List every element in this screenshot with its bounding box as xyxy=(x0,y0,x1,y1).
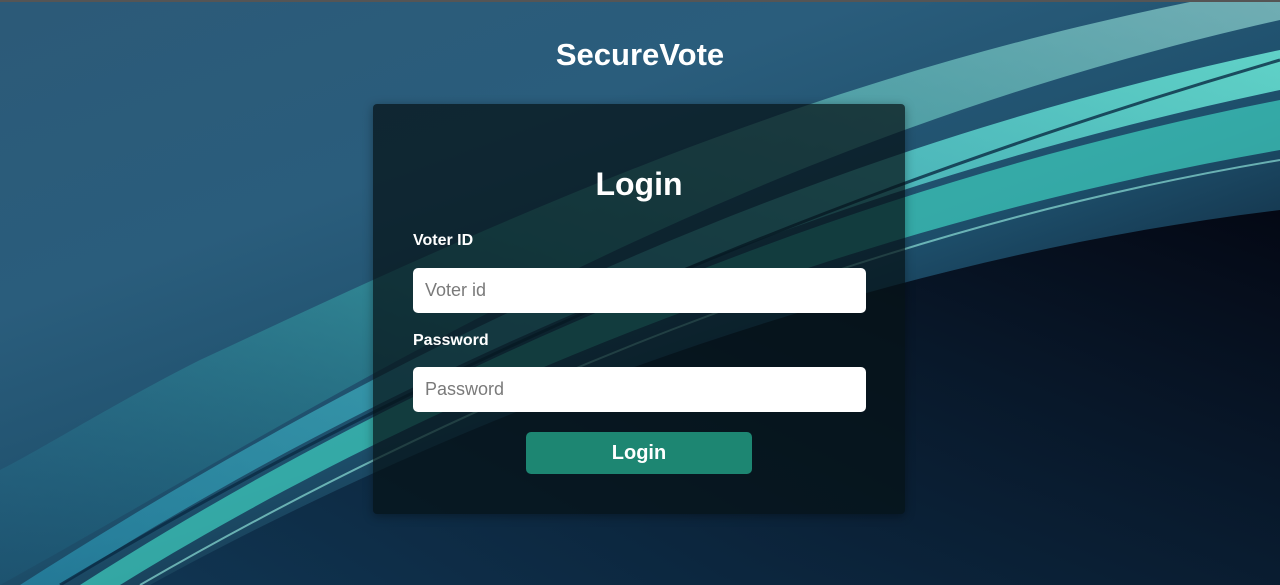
login-heading: Login xyxy=(595,166,683,202)
voter-id-label: Voter ID xyxy=(413,232,474,249)
login-card: Login Voter ID Password Login xyxy=(373,104,905,514)
login-button[interactable]: Login xyxy=(526,432,752,474)
voter-id-input[interactable] xyxy=(413,268,866,313)
login-page: SecureVote Login Voter ID Password Login xyxy=(0,0,1280,585)
window-top-border xyxy=(0,0,1280,2)
brand-title: SecureVote xyxy=(555,37,725,72)
password-label: Password xyxy=(413,332,489,349)
password-input[interactable] xyxy=(413,367,866,412)
